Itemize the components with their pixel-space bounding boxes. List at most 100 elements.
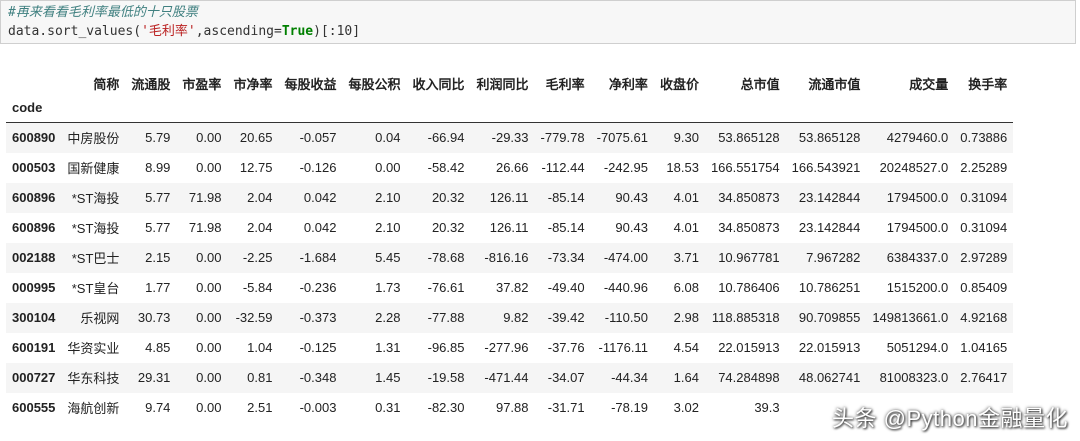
table-cell: -78.68 <box>427 250 465 265</box>
table-cell: 5.77 <box>145 220 171 235</box>
table-cell: -5.84 <box>242 280 273 295</box>
table-cell: 1515200.0 <box>886 280 949 295</box>
table-cell: 23.142844 <box>798 190 861 205</box>
table-cell: 0.00 <box>196 280 222 295</box>
table-cell: 37.82 <box>495 280 529 295</box>
table-cell: 22.015913 <box>718 340 780 355</box>
table-cell: -0.057 <box>299 130 337 146</box>
table-cell: 0.00 <box>375 160 401 175</box>
table-cell: -0.236 <box>299 280 337 295</box>
row-index-code: 600896 <box>12 190 56 205</box>
cell-name: *ST海投 <box>71 191 120 206</box>
table-cell: -82.30 <box>427 400 465 415</box>
row-index-code: 600555 <box>12 400 56 415</box>
table-cell: -440.96 <box>603 280 648 295</box>
table-cell: 6384337.0 <box>886 250 949 265</box>
table-cell: 0.00 <box>196 130 222 146</box>
table-cell: 20.32 <box>431 220 465 235</box>
table-cell: -1.684 <box>299 250 337 265</box>
index-row-spacer <box>590 100 654 123</box>
table-cell: 149813661.0 <box>872 310 949 325</box>
table-cell: 6.08 <box>673 280 699 295</box>
table-cell: 9.30 <box>673 130 699 146</box>
column-header: 简称 <box>93 76 120 92</box>
code-comment: #再来看看毛利率最低的十只股票 <box>8 5 198 20</box>
table-row: 000995 *ST皇台 1.77 0.00 -5.84 -0.236 1.73 -76.61… <box>6 272 1014 303</box>
table-cell: -277.96 <box>484 340 529 355</box>
row-index-code: 300104 <box>12 310 56 325</box>
table-cell: 0.00 <box>196 340 222 355</box>
table-cell: 166.551754 <box>710 160 780 175</box>
table-cell: 0.31094 <box>960 190 1008 205</box>
table-cell: 2.28 <box>375 310 401 325</box>
header-index-blank <box>6 66 61 100</box>
table-cell: 4.54 <box>673 340 699 355</box>
table-row: 000503 国新健康 8.99 0.00 12.75 -0.126 0.00 -58.42 2… <box>6 152 1014 183</box>
cell-name: *ST巴士 <box>71 251 120 266</box>
cell-name: *ST海投 <box>71 221 120 236</box>
table-cell: 48.062741 <box>798 370 861 385</box>
code-statement: data.sort_values('毛利率',ascending=True)[:… <box>8 24 360 40</box>
table-cell: 5.77 <box>145 190 171 205</box>
table-cell: 90.709855 <box>798 310 861 325</box>
table-cell: -85.14 <box>547 190 585 205</box>
table-cell: 23.142844 <box>798 220 861 235</box>
table-cell: 118.885318 <box>711 310 780 325</box>
table-cell: -58.42 <box>427 160 465 175</box>
code-cell[interactable]: #再来看看毛利率最低的十只股票 data.sort_values('毛利率',a… <box>0 0 1076 44</box>
index-row-spacer <box>406 100 471 123</box>
index-row-spacer <box>125 100 177 123</box>
table-cell: 0.31 <box>375 400 401 415</box>
table-cell: 2.15 <box>145 250 171 265</box>
table-cell: 20.32 <box>431 190 465 205</box>
column-header: 利润同比 <box>476 76 529 92</box>
table-cell: 20248527.0 <box>879 160 949 175</box>
table-cell: 4279460.0 <box>886 130 949 146</box>
index-row-spacer <box>653 100 705 123</box>
column-header: 总市值 <box>740 76 780 92</box>
column-header: 收盘价 <box>659 76 699 92</box>
table-cell: 2.97289 <box>960 250 1008 265</box>
column-header: 换手率 <box>968 76 1008 92</box>
cell-name: 华东科技 <box>67 371 120 386</box>
table-cell: -19.58 <box>427 370 465 385</box>
column-header: 流通股 <box>131 76 171 92</box>
table-cell: -31.71 <box>547 400 585 415</box>
table-cell: -112.44 <box>541 160 585 175</box>
index-row-spacer <box>470 100 535 123</box>
table-cell: 2.25289 <box>960 160 1008 175</box>
table-cell: 53.865128 <box>718 130 780 146</box>
row-index-code: 600191 <box>12 340 56 355</box>
table-cell: 2.98 <box>673 310 699 325</box>
index-row-spacer <box>785 100 867 123</box>
code-call: data.sort_values( <box>8 24 142 39</box>
table-cell: -32.59 <box>235 310 273 325</box>
table-cell: 1.64 <box>673 370 699 385</box>
cell-name: 国新健康 <box>67 161 120 176</box>
table-cell: -44.34 <box>611 370 648 385</box>
table-cell: 9.74 <box>145 400 171 415</box>
table-cell: 4.01 <box>673 220 699 235</box>
table-cell: 0.73886 <box>960 130 1008 146</box>
table-row: 600890 中房股份 5.79 0.00 20.65 -0.057 0.04 -66.94 -… <box>6 122 1014 153</box>
table-cell: -471.44 <box>484 370 529 385</box>
table-cell: 0.00 <box>196 160 222 175</box>
table-cell: -76.61 <box>427 280 465 295</box>
table-cell: 10.786251 <box>798 280 861 295</box>
row-index-code: 600890 <box>12 130 56 146</box>
table-cell: -37.76 <box>547 340 585 355</box>
table-cell: 29.31 <box>137 370 171 385</box>
index-row-spacer <box>278 100 343 123</box>
table-cell: 90.43 <box>615 190 648 205</box>
table-cell: 12.75 <box>239 160 273 175</box>
table-cell: 2.10 <box>375 220 401 235</box>
row-index-code: 600896 <box>12 220 56 235</box>
table-cell: 0.81 <box>247 370 273 385</box>
table-cell: -85.14 <box>547 220 585 235</box>
column-header: 每股公积 <box>348 76 401 92</box>
table-cell: -77.88 <box>427 310 465 325</box>
table-cell: 30.73 <box>137 310 171 325</box>
table-cell: 39.3 <box>754 400 780 415</box>
table-cell: 2.76417 <box>960 370 1008 385</box>
table-cell: -0.348 <box>299 370 337 385</box>
